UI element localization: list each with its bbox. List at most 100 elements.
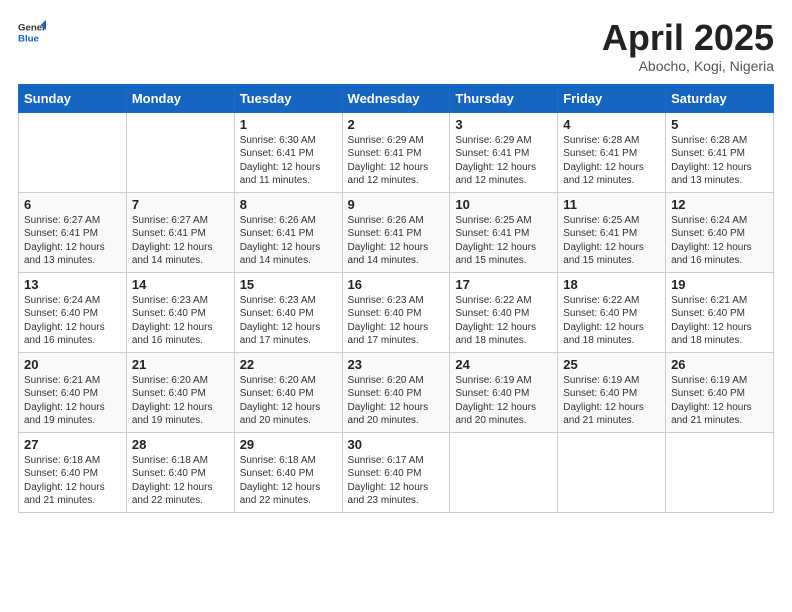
day-number: 16 — [348, 277, 445, 292]
table-row: 26 Sunrise: 6:19 AM Sunset: 6:40 PM Dayli… — [666, 352, 774, 432]
table-row: 3 Sunrise: 6:29 AM Sunset: 6:41 PM Daylig… — [450, 112, 558, 192]
day-info: Sunrise: 6:30 AM Sunset: 6:41 PM Dayligh… — [240, 134, 337, 188]
day-number: 20 — [24, 357, 121, 372]
table-row: 29 Sunrise: 6:18 AM Sunset: 6:40 PM Dayli… — [234, 432, 342, 512]
table-row: 4 Sunrise: 6:28 AM Sunset: 6:41 PM Daylig… — [558, 112, 666, 192]
day-info: Sunrise: 6:26 AM Sunset: 6:41 PM Dayligh… — [348, 214, 445, 268]
table-row: 7 Sunrise: 6:27 AM Sunset: 6:41 PM Daylig… — [126, 192, 234, 272]
day-info: Sunrise: 6:29 AM Sunset: 6:41 PM Dayligh… — [348, 134, 445, 188]
day-info: Sunrise: 6:22 AM Sunset: 6:40 PM Dayligh… — [455, 294, 552, 348]
header: General Blue April 2025 Abocho, Kogi, Ni… — [18, 18, 774, 74]
day-number: 22 — [240, 357, 337, 372]
title-location: Abocho, Kogi, Nigeria — [602, 58, 774, 74]
logo: General Blue — [18, 18, 46, 46]
table-row: 13 Sunrise: 6:24 AM Sunset: 6:40 PM Dayli… — [19, 272, 127, 352]
logo-icon: General Blue — [18, 18, 46, 46]
day-info: Sunrise: 6:20 AM Sunset: 6:40 PM Dayligh… — [132, 374, 229, 428]
table-row: 19Sunrise: 6:21 AM Sunset: 6:40 PM Dayli… — [666, 272, 774, 352]
table-row: 14 Sunrise: 6:23 AM Sunset: 6:40 PM Dayli… — [126, 272, 234, 352]
table-row: 28Sunrise: 6:18 AM Sunset: 6:40 PM Dayli… — [126, 432, 234, 512]
day-info: Sunrise: 6:19 AM Sunset: 6:40 PM Dayligh… — [671, 374, 768, 428]
day-info: Sunrise: 6:25 AM Sunset: 6:41 PM Dayligh… — [563, 214, 660, 268]
table-row — [558, 432, 666, 512]
header-sunday: Sunday — [19, 84, 127, 112]
day-info: Sunrise: 6:23 AM Sunset: 6:40 PM Dayligh… — [132, 294, 229, 348]
day-info: Sunrise: 6:18 AM Sunset: 6:40 PM Dayligh… — [24, 454, 121, 508]
table-row: 30 Sunrise: 6:17 AM Sunset: 6:40 PM Dayli… — [342, 432, 450, 512]
svg-text:General: General — [18, 22, 46, 33]
day-number: 5 — [671, 117, 768, 132]
table-row: 27 Sunrise: 6:18 AM Sunset: 6:40 PM Dayli… — [19, 432, 127, 512]
title-month: April 2025 — [602, 18, 774, 58]
day-number: 12 — [671, 197, 768, 212]
day-info: Sunrise: 6:26 AM Sunset: 6:41 PM Dayligh… — [240, 214, 337, 268]
day-number: 6 — [24, 197, 121, 212]
table-row: 12 Sunrise: 6:24 AM Sunset: 6:40 PM Dayli… — [666, 192, 774, 272]
table-row: 23 Sunrise: 6:20 AM Sunset: 6:40 PM Dayli… — [342, 352, 450, 432]
day-info: Sunrise: 6:24 AM Sunset: 6:40 PM Dayligh… — [671, 214, 768, 268]
day-info: Sunrise: 6:24 AM Sunset: 6:40 PM Dayligh… — [24, 294, 121, 348]
calendar-header-row: Sunday Monday Tuesday Wednesday Thursday… — [19, 84, 774, 112]
day-number: 17 — [455, 277, 552, 292]
day-number: 15 — [240, 277, 337, 292]
page: General Blue April 2025 Abocho, Kogi, Ni… — [0, 0, 792, 612]
day-number: 9 — [348, 197, 445, 212]
day-number: 13 — [24, 277, 121, 292]
table-row: 8 Sunrise: 6:26 AM Sunset: 6:41 PM Daylig… — [234, 192, 342, 272]
day-number: 8 — [240, 197, 337, 212]
table-row: 1Sunrise: 6:30 AM Sunset: 6:41 PM Daylig… — [234, 112, 342, 192]
table-row: 15 Sunrise: 6:23 AM Sunset: 6:40 PM Dayli… — [234, 272, 342, 352]
calendar-week-row: 13 Sunrise: 6:24 AM Sunset: 6:40 PM Dayli… — [19, 272, 774, 352]
svg-text:Blue: Blue — [18, 34, 39, 45]
table-row: 21Sunrise: 6:20 AM Sunset: 6:40 PM Dayli… — [126, 352, 234, 432]
day-number: 26 — [671, 357, 768, 372]
table-row: 17 Sunrise: 6:22 AM Sunset: 6:40 PM Dayli… — [450, 272, 558, 352]
table-row: 5 Sunrise: 6:28 AM Sunset: 6:41 PM Daylig… — [666, 112, 774, 192]
table-row: 6Sunrise: 6:27 AM Sunset: 6:41 PM Daylig… — [19, 192, 127, 272]
table-row: 2 Sunrise: 6:29 AM Sunset: 6:41 PM Daylig… — [342, 112, 450, 192]
day-info: Sunrise: 6:17 AM Sunset: 6:40 PM Dayligh… — [348, 454, 445, 508]
day-number: 27 — [24, 437, 121, 452]
table-row: 11 Sunrise: 6:25 AM Sunset: 6:41 PM Dayli… — [558, 192, 666, 272]
day-number: 14 — [132, 277, 229, 292]
day-number: 25 — [563, 357, 660, 372]
table-row — [666, 432, 774, 512]
day-number: 30 — [348, 437, 445, 452]
table-row: 25 Sunrise: 6:19 AM Sunset: 6:40 PM Dayli… — [558, 352, 666, 432]
day-number: 11 — [563, 197, 660, 212]
day-number: 3 — [455, 117, 552, 132]
day-info: Sunrise: 6:22 AM Sunset: 6:40 PM Dayligh… — [563, 294, 660, 348]
day-info: Sunrise: 6:23 AM Sunset: 6:40 PM Dayligh… — [348, 294, 445, 348]
day-info: Sunrise: 6:18 AM Sunset: 6:40 PM Dayligh… — [240, 454, 337, 508]
day-number: 2 — [348, 117, 445, 132]
day-info: Sunrise: 6:19 AM Sunset: 6:40 PM Dayligh… — [455, 374, 552, 428]
table-row: 18 Sunrise: 6:22 AM Sunset: 6:40 PM Dayli… — [558, 272, 666, 352]
header-thursday: Thursday — [450, 84, 558, 112]
day-number: 7 — [132, 197, 229, 212]
calendar-week-row: 1Sunrise: 6:30 AM Sunset: 6:41 PM Daylig… — [19, 112, 774, 192]
calendar-week-row: 20 Sunrise: 6:21 AM Sunset: 6:40 PM Dayli… — [19, 352, 774, 432]
day-number: 4 — [563, 117, 660, 132]
day-number: 23 — [348, 357, 445, 372]
table-row: 10Sunrise: 6:25 AM Sunset: 6:41 PM Dayli… — [450, 192, 558, 272]
day-number: 28 — [132, 437, 229, 452]
day-info: Sunrise: 6:28 AM Sunset: 6:41 PM Dayligh… — [563, 134, 660, 188]
day-info: Sunrise: 6:25 AM Sunset: 6:41 PM Dayligh… — [455, 214, 552, 268]
day-number: 18 — [563, 277, 660, 292]
day-info: Sunrise: 6:19 AM Sunset: 6:40 PM Dayligh… — [563, 374, 660, 428]
day-info: Sunrise: 6:20 AM Sunset: 6:40 PM Dayligh… — [240, 374, 337, 428]
calendar-week-row: 6 Sunrise: 6:27 AM Sunset: 6:41 PM Daylig… — [19, 192, 774, 272]
day-info: Sunrise: 6:29 AM Sunset: 6:41 PM Dayligh… — [455, 134, 552, 188]
day-number: 24 — [455, 357, 552, 372]
day-info: Sunrise: 6:20 AM Sunset: 6:40 PM Dayligh… — [348, 374, 445, 428]
day-info: Sunrise: 6:21 AM Sunset: 6:40 PM Dayligh… — [24, 374, 121, 428]
day-info: Sunrise: 6:23 AM Sunset: 6:40 PM Dayligh… — [240, 294, 337, 348]
day-info: Sunrise: 6:28 AM Sunset: 6:41 PM Dayligh… — [671, 134, 768, 188]
calendar-week-row: 27 Sunrise: 6:18 AM Sunset: 6:40 PM Dayli… — [19, 432, 774, 512]
header-saturday: Saturday — [666, 84, 774, 112]
day-info: Sunrise: 6:27 AM Sunset: 6:41 PM Dayligh… — [132, 214, 229, 268]
table-row: 16 Sunrise: 6:23 AM Sunset: 6:40 PM Dayli… — [342, 272, 450, 352]
table-row: 22 Sunrise: 6:20 AM Sunset: 6:40 PM Dayli… — [234, 352, 342, 432]
day-number: 29 — [240, 437, 337, 452]
calendar-table: Sunday Monday Tuesday Wednesday Thursday… — [18, 84, 774, 513]
